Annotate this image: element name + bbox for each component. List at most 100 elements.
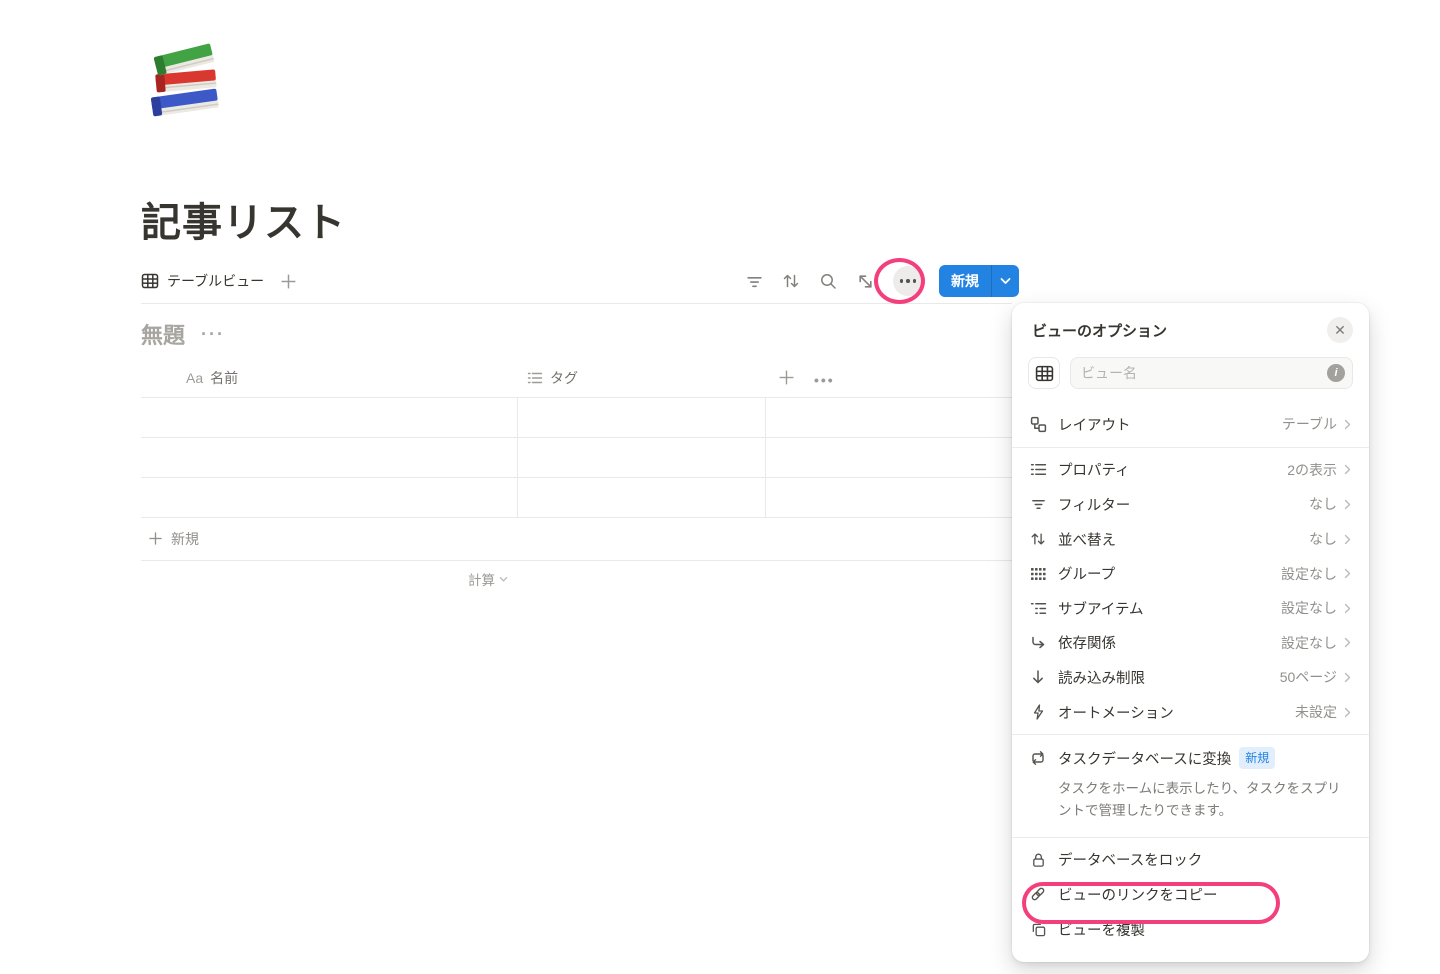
chevron-right-icon (1344, 603, 1351, 614)
table-border (141, 397, 1012, 398)
convert-description: タスクをホームに表示したり、タスクをスプリントで管理したりできます。 (1058, 781, 1341, 818)
chevron-right-icon (1344, 637, 1351, 648)
properties-list-icon (1028, 461, 1048, 478)
menu-value: テーブル (1281, 416, 1337, 433)
menu-value: なし (1309, 496, 1337, 513)
tab-table-view-label: テーブルビュー (167, 273, 265, 289)
sort-icon (1028, 531, 1048, 547)
chevron-right-icon (1344, 419, 1351, 430)
lock-icon (1028, 852, 1048, 868)
table-view-icon (141, 272, 159, 290)
menu-label: プロパティ (1058, 463, 1130, 480)
menu-label: 依存関係 (1058, 636, 1116, 653)
duplicate-icon (1028, 922, 1048, 937)
menu-value: 未設定 (1295, 704, 1337, 721)
view-options-button[interactable] (893, 266, 923, 296)
info-icon: i (1327, 364, 1345, 382)
multiselect-type-icon (527, 370, 543, 386)
menu-item-duplicate-view[interactable]: ビューを複製 (1012, 912, 1369, 947)
new-button-chevron[interactable] (991, 265, 1019, 297)
new-row-label: 新規 (171, 530, 199, 547)
chevron-down-icon (499, 576, 508, 581)
text-type-icon: Aa (186, 370, 204, 386)
menu-item-filter[interactable]: フィルター なし (1012, 487, 1369, 522)
menu-item-subitems[interactable]: サブアイテム 設定なし (1012, 591, 1369, 626)
menu-label: レイアウト (1058, 417, 1131, 434)
table-border (141, 560, 1012, 561)
column-tags-label: タグ (550, 370, 578, 386)
panel-divider (1012, 734, 1369, 736)
column-header-name[interactable]: Aa 名前 (186, 360, 238, 396)
view-icon-button[interactable] (1028, 357, 1060, 389)
tab-table-view[interactable]: テーブルビュー (141, 271, 264, 291)
add-column-button[interactable] (778, 369, 795, 386)
menu-value: 2の表示 (1287, 461, 1337, 478)
menu-value: なし (1309, 531, 1337, 548)
menu-label: データベースをロック (1058, 853, 1203, 870)
sort-icon[interactable] (782, 272, 800, 290)
close-icon[interactable]: ✕ (1327, 317, 1353, 343)
menu-value: 設定なし (1281, 600, 1337, 617)
menu-item-load-limit[interactable]: 読み込み制限 50ページ (1012, 660, 1369, 695)
expand-icon[interactable] (856, 272, 874, 290)
link-icon (1028, 886, 1048, 902)
menu-item-properties[interactable]: プロパティ 2の表示 (1012, 453, 1369, 488)
menu-item-dependencies[interactable]: 依存関係 設定なし (1012, 626, 1369, 661)
chevron-right-icon (1344, 534, 1351, 545)
database-title-placeholder[interactable]: 無題 (141, 318, 185, 350)
menu-label: フィルター (1058, 497, 1131, 514)
menu-item-group[interactable]: グループ 設定なし (1012, 556, 1369, 591)
menu-item-convert-task-database[interactable]: タスクデータベースに変換 新規 (1012, 740, 1369, 776)
calculate-label: 計算 (468, 573, 495, 588)
view-options-panel: ビューのオプション ✕ i (1012, 303, 1369, 962)
menu-label: 読み込み制限 (1058, 670, 1145, 687)
new-button[interactable]: 新規 (939, 265, 1019, 297)
layout-icon (1028, 416, 1048, 433)
group-grid-icon (1028, 566, 1048, 582)
menu-item-copy-view-link[interactable]: ビューのリンクをコピー (1012, 877, 1369, 912)
menu-value: 設定なし (1281, 565, 1337, 582)
menu-value: 50ページ (1279, 669, 1337, 686)
chevron-right-icon (1344, 464, 1351, 475)
page-books-icon[interactable] (145, 42, 229, 128)
filter-icon[interactable] (745, 272, 763, 290)
menu-item-sort[interactable]: 並べ替え なし (1012, 522, 1369, 557)
table-border-vertical (517, 397, 518, 518)
dependency-arrow-icon (1028, 635, 1048, 651)
table-border (141, 517, 1012, 518)
menu-item-lock-database[interactable]: データベースをロック (1012, 843, 1369, 878)
table-border (141, 477, 1012, 478)
table-border-vertical (765, 397, 766, 518)
chevron-right-icon (1344, 499, 1351, 510)
lightning-icon (1028, 704, 1048, 720)
menu-label: グループ (1058, 567, 1116, 584)
column-header-tags[interactable]: タグ (527, 360, 578, 396)
menu-label: ビューを複製 (1058, 922, 1145, 939)
menu-item-layout[interactable]: レイアウト テーブル (1012, 407, 1369, 442)
menu-label: タスクデータベースに変換 (1058, 751, 1232, 768)
toolbar-divider (141, 303, 1012, 304)
view-name-input[interactable] (1070, 357, 1353, 389)
table-border (141, 437, 1012, 438)
table-options-dots[interactable]: ••• (814, 372, 835, 388)
subitems-icon (1028, 600, 1048, 617)
new-row-button[interactable]: 新規 (141, 517, 199, 560)
table-view-icon (1035, 365, 1053, 381)
filter-icon (1028, 497, 1048, 512)
panel-divider (1012, 836, 1369, 838)
column-name-label: 名前 (210, 370, 239, 386)
chevron-right-icon (1344, 707, 1351, 718)
add-view-button[interactable] (280, 273, 297, 290)
calculate-button[interactable]: 計算 (141, 569, 508, 589)
page-title[interactable]: 記事リスト (141, 190, 346, 248)
menu-label: ビューのリンクをコピー (1058, 887, 1218, 904)
search-icon[interactable] (819, 272, 837, 290)
menu-label: オートメーション (1058, 705, 1174, 722)
chevron-right-icon (1344, 672, 1351, 683)
arrow-down-icon (1028, 669, 1048, 685)
menu-item-automations[interactable]: オートメーション 未設定 (1012, 695, 1369, 730)
books-icon (151, 43, 219, 117)
panel-title: ビューのオプション (1032, 322, 1168, 340)
database-more-button[interactable]: ··· (201, 324, 225, 345)
notion-page: 記事リスト テーブルビュー 新規 無題 ··· Aa 名前 タグ ••• 新規 … (0, 0, 1440, 974)
